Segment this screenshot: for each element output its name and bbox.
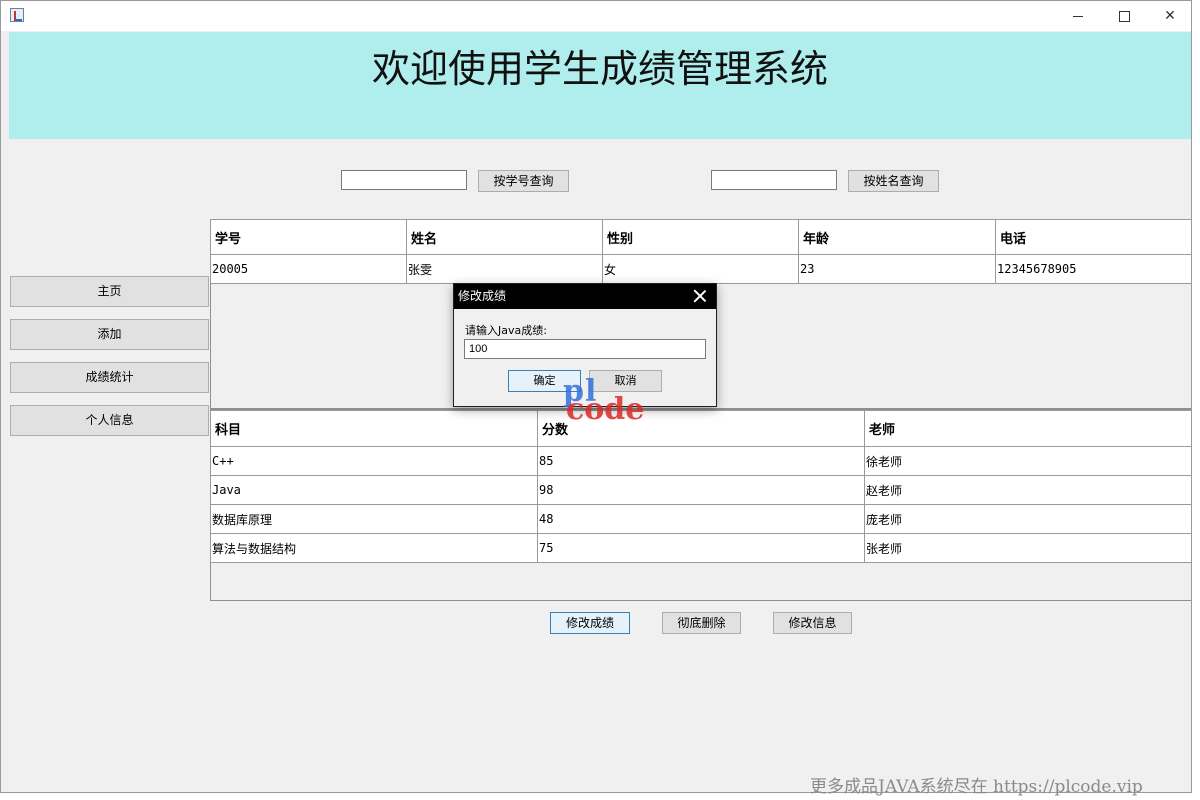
- dialog-close-icon[interactable]: [692, 288, 708, 304]
- search-name-input[interactable]: [711, 170, 837, 190]
- table-row[interactable]: C++ 85 徐老师: [210, 446, 1191, 476]
- cell-teacher[interactable]: 徐老师: [864, 446, 1191, 476]
- nav-home-button[interactable]: 主页: [10, 276, 209, 307]
- nav-stats-button[interactable]: 成绩统计: [10, 362, 209, 393]
- table-row[interactable]: 20005 张雯 女 23 12345678905: [210, 254, 1191, 284]
- close-window-button[interactable]: ✕: [1147, 1, 1191, 31]
- student-table: 学号 姓名 性别 年龄 电话 20005 张雯 女 23 12345678905: [210, 219, 1191, 284]
- cell-student-id[interactable]: 20005: [210, 254, 407, 284]
- cell-subject[interactable]: C++: [210, 446, 538, 476]
- cell-subject[interactable]: 数据库原理: [210, 504, 538, 534]
- cell-student-name[interactable]: 张雯: [406, 254, 603, 284]
- edit-score-button[interactable]: 修改成绩: [550, 612, 630, 634]
- cell-student-gender[interactable]: 女: [602, 254, 799, 284]
- col-header-id[interactable]: 学号: [210, 219, 407, 255]
- cell-student-phone[interactable]: 12345678905: [995, 254, 1191, 284]
- cell-subject[interactable]: 算法与数据结构: [210, 533, 538, 563]
- table-row[interactable]: 数据库原理 48 庞老师: [210, 504, 1191, 534]
- page-title: 欢迎使用学生成绩管理系统: [371, 47, 828, 91]
- cell-score[interactable]: 75: [537, 533, 865, 563]
- nav-add-button[interactable]: 添加: [10, 319, 209, 350]
- cell-teacher[interactable]: 庞老师: [864, 504, 1191, 534]
- maximize-button[interactable]: [1101, 1, 1147, 31]
- dialog-title: 修改成绩: [458, 289, 507, 303]
- cell-teacher[interactable]: 赵老师: [864, 475, 1191, 505]
- col-header-gender[interactable]: 性别: [602, 219, 799, 255]
- search-by-id-button[interactable]: 按学号查询: [478, 170, 569, 192]
- student-table-header: 学号 姓名 性别 年龄 电话: [210, 219, 1191, 255]
- header-banner: 欢迎使用学生成绩管理系统: [9, 32, 1191, 139]
- dialog-cancel-button[interactable]: 取消: [589, 370, 662, 392]
- maximize-icon: [1118, 10, 1130, 22]
- score-table: 科目 分数 老师 C++ 85 徐老师 Java 98 赵老师 数据库原理 48…: [210, 410, 1191, 563]
- search-by-name-button[interactable]: 按姓名查询: [848, 170, 939, 192]
- col-header-score[interactable]: 分数: [537, 410, 865, 447]
- col-header-age[interactable]: 年龄: [798, 219, 996, 255]
- score-table-header: 科目 分数 老师: [210, 410, 1191, 447]
- table-row[interactable]: Java 98 赵老师: [210, 475, 1191, 505]
- edit-score-dialog: 修改成绩 请输入Java成绩: 确定 取消: [453, 283, 717, 407]
- col-header-teacher[interactable]: 老师: [864, 410, 1191, 447]
- cell-score[interactable]: 98: [537, 475, 865, 505]
- minimize-icon: [1073, 15, 1083, 17]
- search-id-input[interactable]: [341, 170, 467, 190]
- col-header-phone[interactable]: 电话: [995, 219, 1191, 255]
- dialog-prompt: 请输入Java成绩:: [465, 324, 547, 337]
- col-header-subject[interactable]: 科目: [210, 410, 538, 447]
- minimize-button[interactable]: [1055, 1, 1101, 31]
- dialog-title-bar: 修改成绩: [454, 284, 716, 309]
- title-bar: ✕: [1, 1, 1191, 31]
- close-icon: ✕: [1164, 8, 1176, 24]
- col-header-name[interactable]: 姓名: [406, 219, 603, 255]
- delete-button[interactable]: 彻底删除: [662, 612, 741, 634]
- dialog-ok-button[interactable]: 确定: [508, 370, 581, 392]
- table-row[interactable]: 算法与数据结构 75 张老师: [210, 533, 1191, 563]
- cell-score[interactable]: 48: [537, 504, 865, 534]
- app-window: ✕ 欢迎使用学生成绩管理系统 按学号查询 按姓名查询 主页 添加 成绩统计 个人…: [0, 0, 1192, 793]
- edit-info-button[interactable]: 修改信息: [773, 612, 852, 634]
- cell-teacher[interactable]: 张老师: [864, 533, 1191, 563]
- score-input[interactable]: [464, 339, 706, 359]
- nav-profile-button[interactable]: 个人信息: [10, 405, 209, 436]
- cell-score[interactable]: 85: [537, 446, 865, 476]
- cell-student-age[interactable]: 23: [798, 254, 996, 284]
- java-app-icon: [10, 8, 24, 22]
- cell-subject[interactable]: Java: [210, 475, 538, 505]
